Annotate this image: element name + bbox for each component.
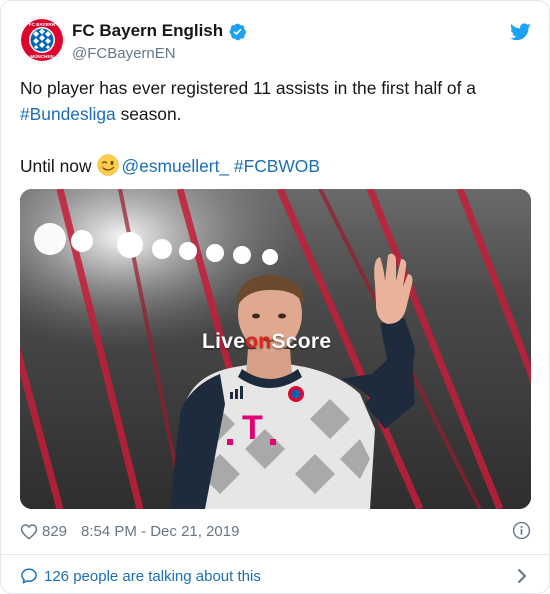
verified-badge-icon bbox=[229, 23, 247, 40]
display-name[interactable]: FC Bayern English bbox=[72, 21, 223, 41]
tweet-timestamp[interactable]: 8:54 PM - Dec 21, 2019 bbox=[81, 523, 239, 540]
hashtag-fcbwob-link[interactable]: #FCBWOB bbox=[234, 156, 320, 176]
tweet-meta: 829 8:54 PM - Dec 21, 2019 bbox=[20, 521, 531, 541]
fc-bayern-crest-icon[interactable]: FC BAYERN MÜNCHEN bbox=[19, 17, 65, 63]
speech-bubble-icon bbox=[21, 568, 37, 584]
tweet-line-3: Until now @esmuellert_ #FCBWOB bbox=[20, 153, 530, 179]
tweet-line-1: No player has ever registered 11 assists… bbox=[20, 75, 530, 127]
svg-text:MÜNCHEN: MÜNCHEN bbox=[30, 53, 54, 59]
like-count[interactable]: 829 bbox=[42, 523, 67, 540]
until-now-text: Until now bbox=[20, 156, 92, 176]
tweet-card[interactable]: FC BAYERN MÜNCHEN FC Bayern English @FCB… bbox=[0, 0, 550, 594]
svg-text:FC BAYERN: FC BAYERN bbox=[29, 22, 56, 27]
watermark-live: Live bbox=[202, 330, 246, 353]
winking-face-emoji-icon bbox=[96, 154, 119, 176]
name-row: FC Bayern English bbox=[72, 21, 247, 41]
tweet-line-2-text: season. bbox=[115, 104, 182, 124]
hashtag-bundesliga-link[interactable]: #Bundesliga bbox=[20, 104, 116, 124]
tweet-photo[interactable]: T LiveonScore bbox=[20, 189, 531, 509]
watermark-on: on bbox=[245, 330, 272, 353]
footer-divider bbox=[1, 554, 549, 555]
liveonscore-watermark: LiveonScore bbox=[202, 330, 331, 354]
info-icon[interactable] bbox=[512, 521, 531, 540]
mention-esmuellert-link[interactable]: @esmuellert_ bbox=[122, 156, 230, 176]
tweet-header: FC BAYERN MÜNCHEN FC Bayern English @FCB… bbox=[19, 15, 531, 65]
people-talking-link[interactable]: 126 people are talking about this bbox=[44, 568, 261, 585]
twitter-bird-icon[interactable] bbox=[510, 23, 531, 41]
chevron-right-icon[interactable] bbox=[517, 568, 527, 584]
handle[interactable]: @FCBayernEN bbox=[72, 45, 176, 62]
heart-icon[interactable] bbox=[20, 523, 38, 540]
tweet-text: No player has ever registered 11 assists… bbox=[20, 75, 530, 179]
tweet-line-1-text: No player has ever registered 11 assists… bbox=[20, 78, 476, 98]
jersey-sponsor-logo: T bbox=[242, 409, 263, 447]
conversation-footer[interactable]: 126 people are talking about this bbox=[20, 565, 531, 587]
watermark-score: Score bbox=[271, 330, 332, 353]
